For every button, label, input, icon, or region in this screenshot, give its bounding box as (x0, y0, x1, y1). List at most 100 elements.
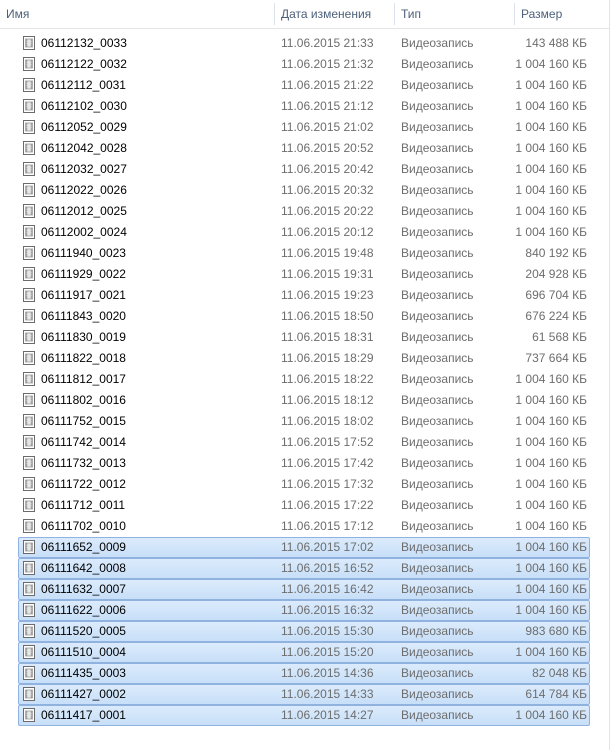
file-modified-date: 11.06.2015 15:20 (281, 645, 374, 659)
video-file-icon (23, 99, 35, 113)
file-row[interactable]: 06112132_0033 11.06.2015 21:33 Видеозапись… (18, 33, 590, 54)
file-name: 06112112_0031 (41, 78, 126, 92)
file-row[interactable]: 06111642_0008 11.06.2015 16:52 Видеозапись… (18, 558, 590, 579)
file-row[interactable]: 06112052_0029 11.06.2015 21:02 Видеозапись… (18, 117, 590, 138)
file-size: 614 784 КБ (525, 687, 587, 701)
file-row[interactable]: 06111742_0014 11.06.2015 17:52 Видеозапись… (18, 432, 590, 453)
file-size: 840 192 КБ (525, 246, 587, 260)
column-header-type[interactable]: Тип (395, 0, 514, 28)
video-file-icon (23, 246, 35, 260)
column-header-date[interactable]: Дата изменения (275, 0, 394, 28)
file-size: 1 004 160 КБ (515, 708, 587, 722)
file-name: 06111830_0019 (41, 330, 126, 344)
file-name: 06111812_0017 (41, 372, 126, 386)
video-file-icon (23, 498, 35, 512)
file-row[interactable]: 06111802_0016 11.06.2015 18:12 Видеозапись… (18, 390, 590, 411)
file-row[interactable]: 06112032_0027 11.06.2015 20:42 Видеозапись… (18, 159, 590, 180)
file-size: 1 004 160 КБ (515, 645, 587, 659)
file-size: 1 004 160 КБ (515, 120, 587, 134)
file-modified-date: 11.06.2015 17:12 (281, 519, 374, 533)
file-modified-date: 11.06.2015 21:02 (281, 120, 374, 134)
file-row[interactable]: 06112102_0030 11.06.2015 21:12 Видеозапись… (18, 96, 590, 117)
file-modified-date: 11.06.2015 19:31 (281, 267, 374, 281)
file-size: 983 680 КБ (525, 624, 587, 638)
file-modified-date: 11.06.2015 14:33 (281, 687, 374, 701)
file-modified-date: 11.06.2015 17:22 (281, 498, 374, 512)
video-file-icon (23, 36, 35, 50)
file-size: 1 004 160 КБ (515, 435, 587, 449)
file-size: 1 004 160 КБ (515, 78, 587, 92)
file-modified-date: 11.06.2015 21:22 (281, 78, 374, 92)
file-row[interactable]: 06111732_0013 11.06.2015 17:42 Видеозапись… (18, 453, 590, 474)
file-row[interactable]: 06111822_0018 11.06.2015 18:29 Видеозапись… (18, 348, 590, 369)
video-file-icon (23, 78, 35, 92)
file-row[interactable]: 06111830_0019 11.06.2015 18:31 Видеозапись… (18, 327, 590, 348)
file-modified-date: 11.06.2015 19:23 (281, 288, 374, 302)
file-row[interactable]: 06112002_0024 11.06.2015 20:12 Видеозапись… (18, 222, 590, 243)
file-row[interactable]: 06112122_0032 11.06.2015 21:32 Видеозапись… (18, 54, 590, 75)
file-modified-date: 11.06.2015 17:52 (281, 435, 374, 449)
file-name: 06111712_0011 (41, 498, 126, 512)
file-name: 06111652_0009 (41, 540, 126, 554)
video-file-icon (23, 582, 35, 596)
file-name: 06111435_0003 (41, 666, 126, 680)
file-modified-date: 11.06.2015 18:31 (281, 330, 374, 344)
file-row[interactable]: 06111812_0017 11.06.2015 18:22 Видеозапись… (18, 369, 590, 390)
file-name: 06111917_0021 (41, 288, 126, 302)
column-header-name[interactable]: Имя (0, 0, 274, 28)
file-row[interactable]: 06111929_0022 11.06.2015 19:31 Видеозапись… (18, 264, 590, 285)
file-row[interactable]: 06111632_0007 11.06.2015 16:42 Видеозапись… (18, 579, 590, 600)
file-name: 06111822_0018 (41, 351, 126, 365)
file-name: 06111722_0012 (41, 477, 126, 491)
column-header-size[interactable]: Размер (515, 0, 610, 28)
file-size: 204 928 КБ (525, 267, 587, 281)
video-file-icon (23, 225, 35, 239)
file-name: 06112132_0033 (41, 36, 127, 50)
file-row[interactable]: 06111702_0010 11.06.2015 17:12 Видеозапись… (18, 516, 590, 537)
file-row[interactable]: 06112042_0028 11.06.2015 20:52 Видеозапись… (18, 138, 590, 159)
file-row[interactable]: 06112112_0031 11.06.2015 21:22 Видеозапись… (18, 75, 590, 96)
file-row[interactable]: 06111652_0009 11.06.2015 17:02 Видеозапись… (18, 537, 590, 558)
column-header-bar: Имя Дата изменения Тип Размер (0, 0, 610, 29)
file-modified-date: 11.06.2015 18:50 (281, 309, 374, 323)
file-row[interactable]: 06111520_0005 11.06.2015 15:30 Видеозапись… (18, 621, 590, 642)
file-row[interactable]: 06111722_0012 11.06.2015 17:32 Видеозапись… (18, 474, 590, 495)
file-size: 1 004 160 КБ (515, 582, 587, 596)
file-row[interactable]: 06111435_0003 11.06.2015 14:36 Видеозапись… (18, 663, 590, 684)
video-file-icon (23, 687, 35, 701)
file-name: 06111417_0001 (41, 708, 126, 722)
file-row[interactable]: 06111622_0006 11.06.2015 16:32 Видеозапись… (18, 600, 590, 621)
file-row[interactable]: 06111427_0002 11.06.2015 14:33 Видеозапись… (18, 684, 590, 705)
file-name: 06112122_0032 (41, 57, 127, 71)
file-size: 1 004 160 КБ (515, 498, 587, 512)
file-name: 06111742_0014 (41, 435, 126, 449)
file-row[interactable]: 06111712_0011 11.06.2015 17:22 Видеозапись… (18, 495, 590, 516)
file-row[interactable]: 06111940_0023 11.06.2015 19:48 Видеозапись… (18, 243, 590, 264)
file-row[interactable]: 06111752_0015 11.06.2015 18:02 Видеозапись… (18, 411, 590, 432)
video-file-icon (23, 393, 35, 407)
file-size: 1 004 160 КБ (515, 162, 587, 176)
video-file-icon (23, 435, 35, 449)
file-row[interactable]: 06111917_0021 11.06.2015 19:23 Видеозапись… (18, 285, 590, 306)
file-row[interactable]: 06111417_0001 11.06.2015 14:27 Видеозапись… (18, 705, 590, 726)
file-row[interactable]: 06112012_0025 11.06.2015 20:22 Видеозапись… (18, 201, 590, 222)
file-name: 06111632_0007 (41, 582, 126, 596)
file-size: 676 224 КБ (525, 309, 587, 323)
file-name: 06111802_0016 (41, 393, 126, 407)
file-row[interactable]: 06111843_0020 11.06.2015 18:50 Видеозапись… (18, 306, 590, 327)
file-name: 06111642_0008 (41, 561, 126, 575)
video-file-icon (23, 708, 35, 722)
file-size: 1 004 160 КБ (515, 561, 587, 575)
file-name: 06112012_0025 (41, 204, 127, 218)
file-modified-date: 11.06.2015 17:42 (281, 456, 374, 470)
file-modified-date: 11.06.2015 15:30 (281, 624, 374, 638)
file-size: 1 004 160 КБ (515, 603, 587, 617)
file-size: 143 488 КБ (525, 36, 587, 50)
file-size: 82 048 КБ (532, 666, 587, 680)
file-size: 1 004 160 КБ (515, 57, 587, 71)
file-size: 61 568 КБ (532, 330, 587, 344)
file-row[interactable]: 06111510_0004 11.06.2015 15:20 Видеозапись… (18, 642, 590, 663)
file-modified-date: 11.06.2015 21:33 (281, 36, 374, 50)
video-file-icon (23, 57, 35, 71)
file-row[interactable]: 06112022_0026 11.06.2015 20:32 Видеозапись… (18, 180, 590, 201)
